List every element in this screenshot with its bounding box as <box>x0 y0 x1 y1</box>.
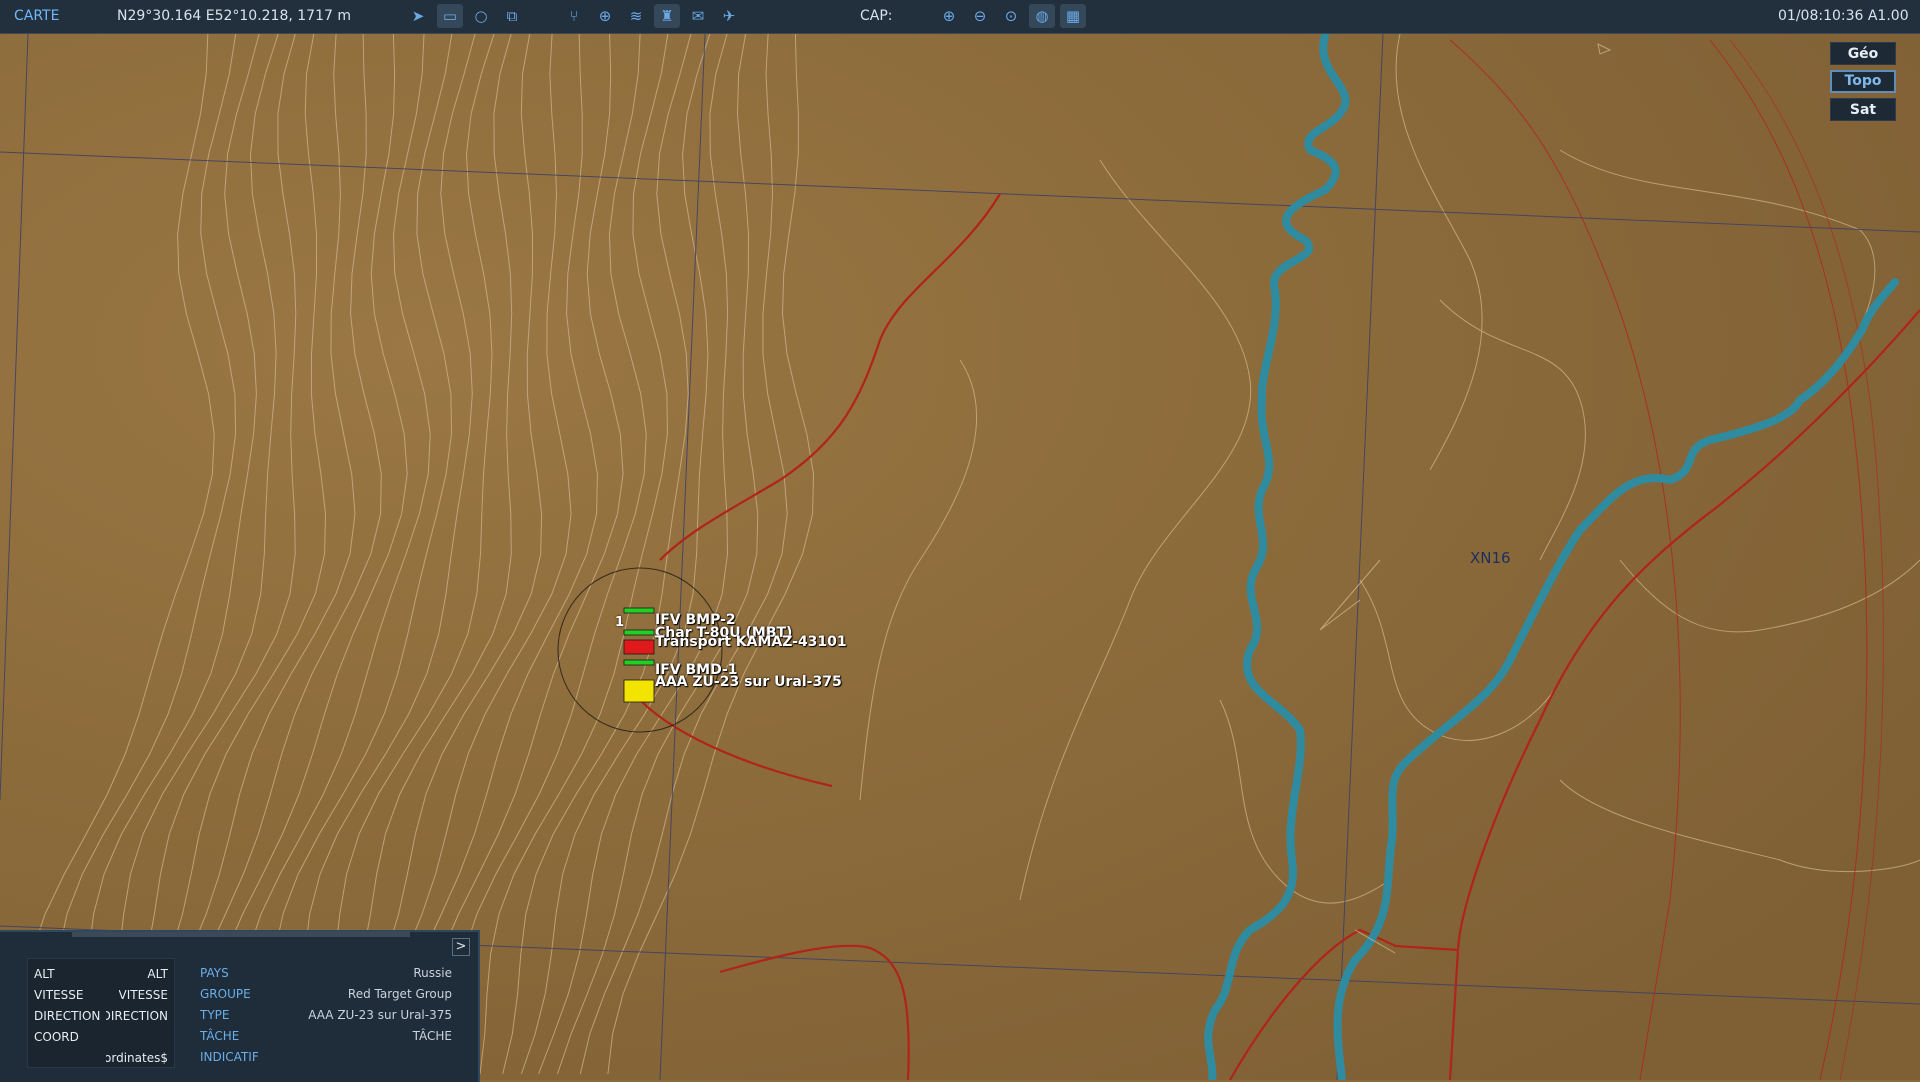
flight-data-key: DIRECTION <box>34 1009 101 1023</box>
unit-detail-row: INDICATIF <box>200 1048 452 1066</box>
tower-icon[interactable]: ♜ <box>654 4 680 28</box>
group-number: 1 <box>615 615 625 630</box>
map-title[interactable]: CARTE <box>14 8 59 24</box>
unit-marker[interactable] <box>623 659 655 666</box>
unit-detail-value: Russie <box>413 966 452 980</box>
grid-square-label: XN16 <box>1470 549 1511 567</box>
flight-data-row: DIRECTION DIRECTION <box>28 1007 174 1025</box>
unit-detail-key: TYPE <box>200 1008 230 1022</box>
terrain-background <box>0 34 1920 1080</box>
flight-data-table: ALT ALT VITESSE VITESSE DIRECTION DIRECTION CO… <box>27 958 175 1068</box>
flight-data-value: ALT <box>147 967 168 981</box>
flight-data-value: $coordinates <box>106 1051 168 1065</box>
unit-detail-value: TÂCHE <box>412 1029 452 1043</box>
zoom-fit-icon[interactable]: ⊙ <box>998 4 1024 28</box>
unit-detail-row: TYPE AAA ZU-23 sur Ural-375 <box>200 1006 452 1024</box>
unit-detail-row: GROUPE Red Target Group <box>200 985 452 1003</box>
map-type-topo-button[interactable]: Topo <box>1830 70 1896 93</box>
map-canvas[interactable] <box>0 34 1920 1080</box>
unit-detail-key: TÂCHE <box>200 1029 240 1043</box>
crosshair-icon[interactable]: ⊕ <box>592 4 618 28</box>
chat-icon[interactable]: ✉ <box>685 4 711 28</box>
cursor-coordinates: N29°30.164 E52°10.218, 1717 m <box>117 8 351 24</box>
panel-expand-button[interactable]: > <box>452 938 470 956</box>
flight-data-key: VITESSE <box>34 988 84 1002</box>
unit-label[interactable]: AAA ZU-23 sur Ural-375 <box>655 674 842 690</box>
zoom-out-icon[interactable]: ⊖ <box>967 4 993 28</box>
flight-data-row: $coordinates <box>28 1049 174 1067</box>
flight-data-key: COORD <box>34 1030 79 1044</box>
flight-data-row: VITESSE VITESSE <box>28 986 174 1004</box>
globe-icon[interactable]: ◍ <box>1029 4 1055 28</box>
flight-data-row: ALT ALT <box>28 965 174 983</box>
ruler-icon[interactable]: ▭ <box>437 4 463 28</box>
unit-detail-row: PAYS Russie <box>200 964 452 982</box>
unit-marker[interactable] <box>623 607 655 614</box>
unit-detail-key: PAYS <box>200 966 229 980</box>
flight-data-value: DIRECTION <box>106 1009 168 1023</box>
unit-detail-key: INDICATIF <box>200 1050 259 1064</box>
unit-marker[interactable] <box>623 639 655 655</box>
circle-icon[interactable]: ○ <box>468 4 494 28</box>
airfield-icon[interactable]: ✈ <box>716 4 742 28</box>
unit-info-panel: > ALT ALT VITESSE VITESSE DIRECTION DIRECTION… <box>0 930 480 1082</box>
layers-icon[interactable]: ⧉ <box>499 4 525 28</box>
grid-icon[interactable]: ▦ <box>1060 4 1086 28</box>
heading-label: CAP: <box>860 8 893 24</box>
navigate-icon[interactable]: ➤ <box>405 4 431 28</box>
map-type-sat-button[interactable]: Sat <box>1830 98 1896 121</box>
map-type-selector: Géo Topo Sat <box>1830 42 1896 126</box>
zoom-in-icon[interactable]: ⊕ <box>936 4 962 28</box>
top-toolbar: CARTE N29°30.164 E52°10.218, 1717 m ➤ ▭ ○ ⧉… <box>0 0 1920 34</box>
unit-detail-row: TÂCHE TÂCHE <box>200 1027 452 1045</box>
flight-data-value: VITESSE <box>118 988 168 1002</box>
unit-detail-value: Red Target Group <box>347 987 452 1001</box>
unit-label[interactable]: Transport KAMAZ-43101 <box>655 634 847 650</box>
unit-marker[interactable] <box>623 679 655 703</box>
route-icon[interactable]: ⑂ <box>561 4 587 28</box>
panel-scrollbar[interactable] <box>72 932 410 937</box>
map-type-geo-button[interactable]: Géo <box>1830 42 1896 65</box>
signal-icon[interactable]: ≋ <box>623 4 649 28</box>
unit-detail-value: AAA ZU-23 sur Ural-375 <box>308 1008 452 1022</box>
flight-data-key: ALT <box>34 967 55 981</box>
flight-data-row: COORD <box>28 1028 174 1046</box>
unit-detail-key: GROUPE <box>200 987 251 1001</box>
unit-marker[interactable] <box>623 629 655 636</box>
mission-time: 01/08:10:36 A1.00 <box>1778 8 1909 24</box>
